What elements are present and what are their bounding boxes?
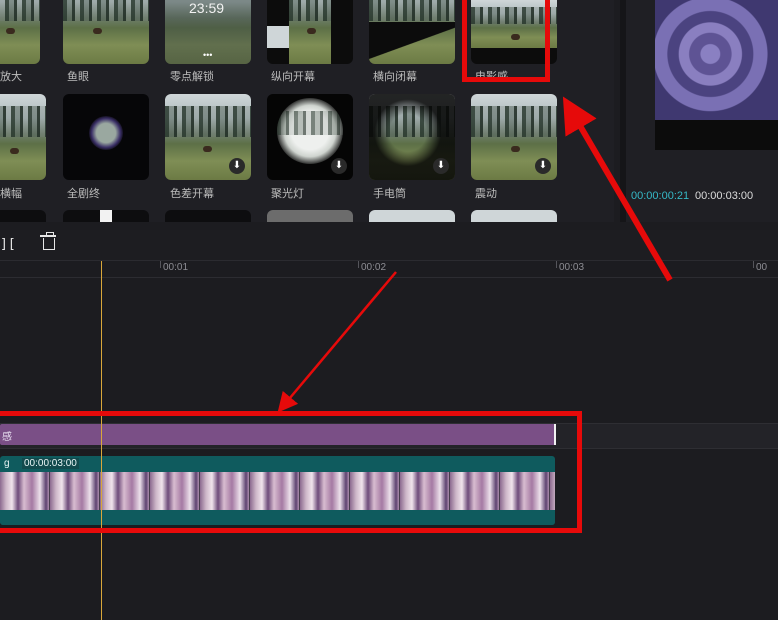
effect-label-spotlight: 聚光灯 — [271, 188, 304, 200]
split-icon[interactable]: ][ — [0, 237, 16, 252]
effect-label-zoom: 放大 — [0, 71, 22, 83]
deer-figure — [307, 28, 316, 34]
effect-tile-row3-4[interactable] — [267, 210, 353, 222]
download-icon[interactable]: ⬇ — [535, 158, 551, 174]
dots-icon: ••• — [203, 50, 213, 60]
timeline-toolbar: ][ — [0, 230, 778, 261]
effect-label-chromatic-open: 色差开幕 — [170, 188, 214, 200]
effect-label-shake: 震动 — [475, 188, 497, 200]
video-editor: 放大 鱼眼 23:59 ••• 零点解锁 纵向开幕 横向闭幕 电影感 横幅 全剧… — [0, 0, 778, 620]
effect-tile-row3-5[interactable] — [369, 210, 455, 222]
preview-panel: 00:00:00:21 00:00:03:00 — [620, 0, 778, 222]
effect-tile-midnight-unlock[interactable]: 23:59 ••• — [165, 0, 251, 64]
ruler-tick-label: 00 — [756, 262, 768, 273]
deer-figure — [93, 28, 102, 34]
ruler-tick — [358, 261, 359, 268]
download-icon[interactable]: ⬇ — [331, 158, 347, 174]
effect-tile-shake[interactable]: ⬇ — [471, 94, 557, 180]
deer-figure — [203, 146, 212, 152]
effect-tile-horizontal-close[interactable] — [369, 0, 455, 64]
effect-tile-row3-2[interactable] — [63, 210, 149, 222]
preview-letterbox — [655, 120, 778, 150]
effect-tile-flashlight[interactable]: ⬇ — [369, 94, 455, 180]
effect-tile-spotlight[interactable]: ⬇ — [267, 94, 353, 180]
clock-text: 23:59 — [189, 0, 225, 16]
preview-current-time: 00:00:00:21 — [631, 190, 690, 202]
effect-label-flashlight: 手电筒 — [373, 188, 406, 200]
deer-figure — [6, 28, 15, 34]
arrow-to-timeline — [277, 271, 397, 413]
download-icon[interactable]: ⬇ — [229, 158, 245, 174]
annotation-highlight-effect — [462, 0, 550, 82]
effect-tile-chromatic-open[interactable]: ⬇ — [165, 94, 251, 180]
effect-label-vertical-open: 纵向开幕 — [271, 71, 315, 83]
effect-label-banner: 横幅 — [0, 188, 22, 200]
effect-label-midnight-unlock: 零点解锁 — [170, 71, 214, 83]
ruler-tick — [753, 261, 754, 268]
deer-figure — [10, 148, 19, 154]
effect-label-horizontal-close: 横向闭幕 — [373, 71, 417, 83]
effect-label-the-end: 全剧终 — [67, 188, 100, 200]
effect-tile-zoom[interactable] — [0, 0, 40, 64]
effect-tile-the-end[interactable] — [63, 94, 149, 180]
annotation-highlight-timeline — [0, 411, 582, 533]
preview-total-time: 00:00:03:00 — [695, 190, 754, 202]
ruler-tick — [160, 261, 161, 268]
download-icon[interactable]: ⬇ — [433, 158, 449, 174]
trash-icon[interactable] — [40, 232, 56, 250]
effect-tile-row3-3[interactable] — [165, 210, 251, 222]
panel-divider[interactable] — [620, 0, 626, 222]
ruler-tick-label: 00:02 — [361, 262, 387, 273]
effect-tile-vertical-open[interactable] — [267, 0, 353, 64]
timeline-ruler[interactable]: 00:01 00:02 00:03 00 — [0, 261, 778, 278]
effect-tile-row3-6[interactable] — [471, 210, 557, 222]
ruler-tick-label: 00:01 — [163, 262, 189, 273]
deer-figure — [511, 146, 520, 152]
ruler-tick-label: 00:03 — [559, 262, 585, 273]
effect-label-fisheye: 鱼眼 — [67, 71, 89, 83]
effect-tile-row3-1[interactable] — [0, 210, 46, 222]
effect-tile-fisheye[interactable] — [63, 0, 149, 64]
ruler-tick — [556, 261, 557, 268]
preview-video[interactable] — [655, 0, 778, 120]
effect-tile-banner[interactable] — [0, 94, 46, 180]
